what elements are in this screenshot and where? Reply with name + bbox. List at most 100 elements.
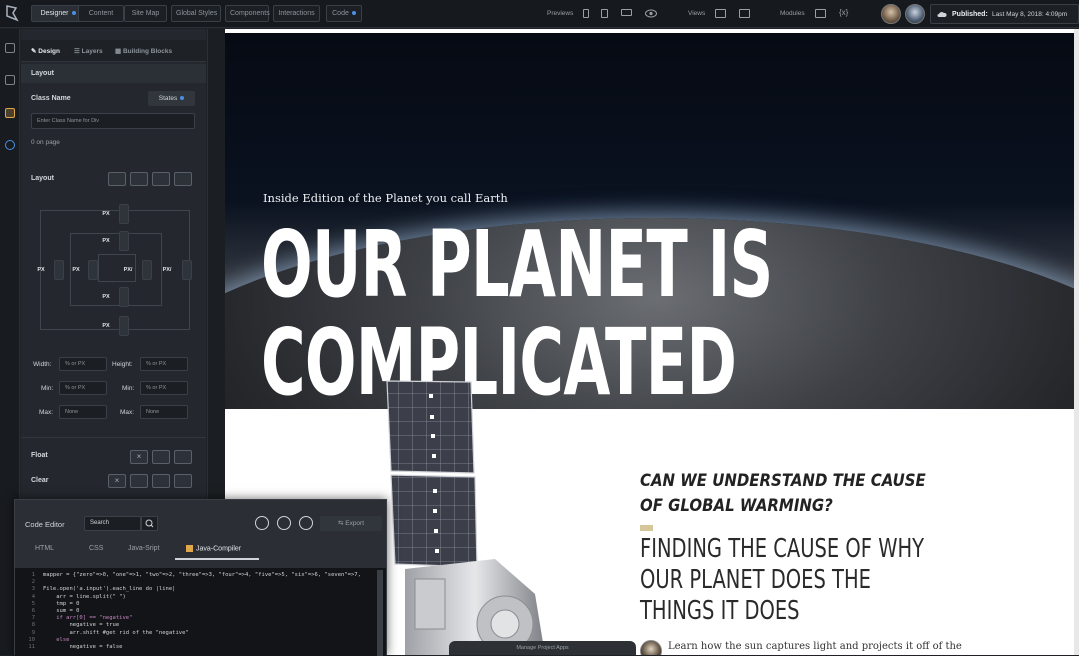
section-body-text[interactable]: Learn how the sun captures light and pro… (668, 641, 962, 652)
heading-tag-marker (640, 525, 653, 531)
layout-inline-icon[interactable] (152, 172, 170, 186)
layout-section-title: Layout (31, 70, 54, 77)
editor-tab-css[interactable]: CSS (89, 545, 103, 552)
tab-design[interactable]: ✎ Design (31, 47, 60, 55)
tab-layers[interactable]: ☰ Layers (74, 47, 103, 55)
code-line[interactable]: 3 File.open('a.input').each_line do |line… (15, 586, 386, 593)
padding-top-stepper[interactable] (119, 231, 129, 251)
width-input[interactable]: % or PX (59, 357, 107, 371)
line-number: 7 (31, 615, 35, 622)
float-left-icon[interactable] (152, 450, 170, 464)
tab-content[interactable]: Content (78, 5, 124, 22)
padding-top-value[interactable]: PX (99, 235, 113, 247)
margin-left-stepper[interactable] (54, 260, 64, 280)
max-height-input[interactable]: None (140, 405, 188, 419)
published-status[interactable]: Published: Last May 8, 2018: 4:09pm (930, 4, 1079, 24)
section-heading[interactable]: FINDING THE CAUSE OF WHY OUR PLANET DOES… (640, 534, 940, 627)
code-line[interactable]: 6 sum = 0 (15, 608, 386, 615)
margin-bottom-value[interactable]: PX (99, 320, 113, 332)
editor-tab-javascript[interactable]: Java-Sript (128, 545, 160, 552)
editor-tab-java-compiler[interactable]: Java-Compiler (186, 545, 241, 552)
height-input[interactable]: % or PX (140, 357, 188, 371)
user-avatar-1[interactable] (881, 4, 901, 24)
panel-tabs: ✎ Design ☰ Layers ▦ Building Blocks (21, 40, 206, 62)
layout-inline-block-icon[interactable] (130, 172, 148, 186)
margin-bottom-stepper[interactable] (119, 316, 129, 336)
eye-preview-icon[interactable] (645, 9, 657, 20)
editor-tab-html[interactable]: HTML (35, 545, 54, 552)
tab-building-blocks[interactable]: ▦ Building Blocks (115, 47, 172, 55)
code-line[interactable]: 7 if arr[0] == "negative" (15, 615, 386, 622)
chat-module-icon[interactable] (815, 9, 826, 18)
code-line[interactable]: 1 mapper = {"zero"=>0, "one"=>1, "two"=>2… (15, 572, 386, 579)
layout-block-icon[interactable] (108, 172, 126, 186)
zoom-in-icon[interactable] (277, 516, 291, 530)
hero-subtitle[interactable]: Inside Edition of the Planet you call Ea… (263, 191, 508, 205)
padding-left-value[interactable]: PX (69, 264, 83, 276)
padding-bottom-value[interactable]: PX (99, 291, 113, 303)
margin-top-value[interactable]: PX (99, 208, 113, 220)
manage-project-apps-bar[interactable]: Manage Project Apps (449, 641, 636, 655)
margin-right-value[interactable]: PX/ (158, 264, 176, 276)
clear-right-icon[interactable] (152, 474, 170, 488)
padding-right-stepper[interactable] (142, 260, 152, 280)
code-area[interactable]: 1 mapper = {"zero"=>0, "one"=>1, "two"=>2… (15, 568, 386, 656)
states-button[interactable]: States (148, 91, 195, 106)
pages-icon[interactable] (5, 43, 15, 53)
zoom-fit-icon[interactable] (299, 516, 313, 530)
code-line[interactable]: 4 arr = line.split(" ") (15, 594, 386, 601)
code-scrollbar[interactable] (377, 570, 383, 656)
layout-section-header: Layout (21, 64, 206, 83)
code-line[interactable]: 2 (15, 579, 386, 586)
export-button[interactable]: ⇆ Export (320, 516, 382, 531)
float-right-icon[interactable] (174, 450, 192, 464)
class-name-input[interactable]: Enter Class Name for Div (31, 113, 195, 129)
tab-designer[interactable]: Designer (31, 5, 85, 22)
code-editor-window[interactable]: Code Editor Search ⇆ Export HTML CSS Jav… (14, 499, 387, 656)
code-line[interactable]: 9 arr.shift #get rid of the "negative" (15, 630, 386, 637)
assets-icon[interactable] (5, 75, 15, 85)
desktop-preview-icon[interactable] (621, 9, 632, 16)
database-icon[interactable] (5, 140, 15, 150)
user-avatar-2[interactable] (905, 4, 925, 24)
padding-right-value[interactable]: PX/ (119, 264, 137, 276)
app-logo-icon[interactable] (4, 4, 20, 22)
layout-none-icon[interactable] (174, 172, 192, 186)
float-none-icon[interactable]: × (130, 450, 148, 464)
clear-both-icon[interactable] (174, 474, 192, 488)
code-line[interactable]: 10 else (15, 637, 386, 644)
designer-icon[interactable] (5, 108, 15, 118)
padding-left-stepper[interactable] (88, 260, 98, 280)
clear-left-icon[interactable] (130, 474, 148, 488)
max-width-input[interactable]: None (59, 405, 107, 419)
phone-preview-icon[interactable] (583, 9, 589, 18)
tablet-preview-icon[interactable] (601, 9, 608, 18)
code-module-icon[interactable]: {x} (839, 8, 848, 17)
code-line[interactable]: 11 negative = false (15, 644, 386, 651)
clear-none-icon[interactable]: × (108, 474, 126, 488)
published-date: Last May 8, 2018: 4:09pm (992, 11, 1068, 18)
margin-right-stepper[interactable] (182, 260, 192, 280)
margin-top-stepper[interactable] (119, 204, 129, 224)
split-view-icon[interactable] (739, 9, 750, 18)
tab-code[interactable]: Code (326, 5, 362, 22)
tab-site-map[interactable]: Site Map (124, 5, 167, 22)
tab-components[interactable]: Components (225, 5, 270, 22)
author-row[interactable]: Learn how the sun captures light and pro… (640, 638, 1070, 655)
section-question[interactable]: CAN WE UNDERSTAND THE CAUSE OF GLOBAL WA… (640, 469, 930, 519)
padding-bottom-stepper[interactable] (119, 287, 129, 307)
code-search-input[interactable]: Search (84, 516, 141, 531)
code-editor-title: Code Editor (25, 520, 65, 529)
hero-section[interactable]: Inside Edition of the Planet you call Ea… (225, 33, 1074, 409)
code-line[interactable]: 5 tmp = 0 (15, 601, 386, 608)
zoom-out-icon[interactable] (255, 516, 269, 530)
publish-cloud-icon (937, 10, 947, 21)
tab-interactions[interactable]: Interactions (273, 5, 320, 22)
grid-view-icon[interactable] (715, 9, 726, 18)
code-line[interactable]: 8 negative = true (15, 622, 386, 629)
margin-left-value[interactable]: PX (34, 264, 48, 276)
code-search-button[interactable] (141, 516, 158, 531)
min-width-input[interactable]: % or PX (59, 381, 107, 395)
tab-global-styles[interactable]: Global Styles (171, 5, 221, 22)
min-height-input[interactable]: % or PX (140, 381, 188, 395)
